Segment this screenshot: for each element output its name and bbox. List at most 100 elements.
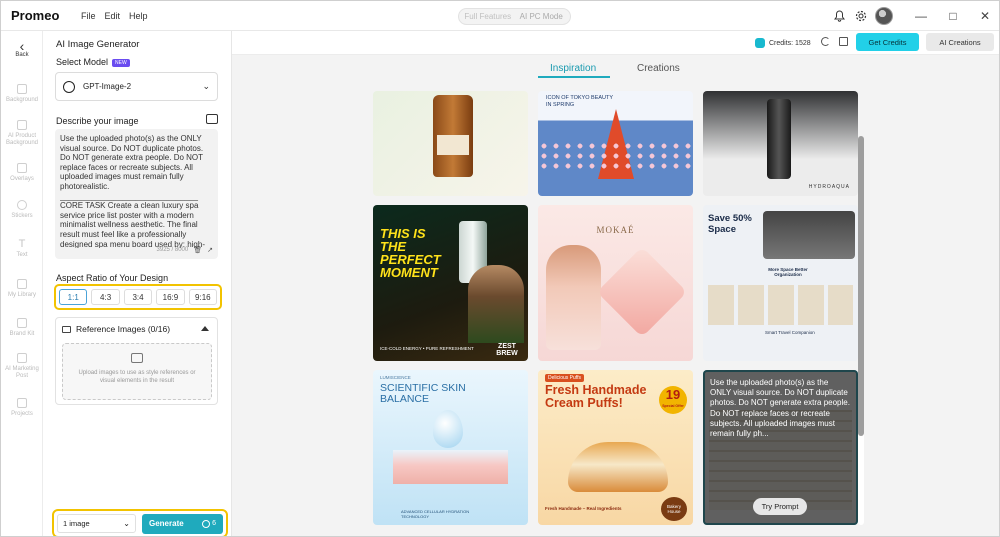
zest-tag: ICE-COLD ENERGY • PURE REFRESHMENT (380, 346, 474, 351)
top-toolbar: Credits: 1528 Get Credits AI Creations (232, 31, 999, 55)
image-count-select[interactable]: 1 image ⌄ (57, 514, 136, 533)
ai-creations-button[interactable]: AI Creations (926, 33, 994, 51)
mode-switch[interactable]: Full Features AI PC Mode (458, 8, 571, 25)
organizer-title: Save 50% Space (708, 213, 752, 235)
gallery-card-mokae[interactable]: MOKAÉ (538, 205, 693, 361)
puffs-badge: 19 Special Offer (659, 386, 687, 414)
gallery-tabs: Inspiration Creations (232, 55, 999, 81)
ai-product-background-icon (17, 120, 27, 130)
credit-coin-icon (202, 519, 211, 528)
generate-bar: 1 image ⌄ Generate 6 (52, 509, 228, 536)
char-count: 3925 / 8000 (156, 247, 189, 254)
rail-item-ai-marketing-post[interactable]: AI Marketing Post (1, 353, 43, 380)
main-area: Credits: 1528 Get Credits AI Creations I… (232, 31, 999, 536)
rail-item-stickers[interactable]: Stickers (1, 200, 43, 220)
rail-item-text[interactable]: T Text (1, 239, 43, 259)
model-select[interactable]: GPT-Image-2 ⌄ (55, 72, 218, 101)
reference-images-section: Reference Images (0/16) Upload images to… (55, 317, 218, 405)
aspect-ratio-group: 1:1 4:3 3:4 16:9 9:16 (54, 284, 222, 310)
prompt-text: Use the uploaded photo(s) as the ONLY vi… (60, 134, 205, 248)
ratio-16-9[interactable]: 16:9 (156, 289, 185, 305)
expand-icon[interactable]: ↗ (207, 246, 213, 256)
puffs-title: Fresh Handmade Cream Puffs! (545, 383, 647, 410)
rail-item-brand-kit[interactable]: Brand Kit (1, 318, 43, 338)
rail-item-projects[interactable]: Projects (1, 398, 43, 418)
try-prompt-button[interactable]: Try Prompt (753, 498, 807, 515)
image-upload-icon[interactable] (206, 114, 218, 124)
close-icon[interactable]: ✕ (969, 1, 999, 31)
puffs-kicker: Delicious Puffs (545, 374, 584, 382)
gift-icon[interactable] (839, 37, 848, 46)
ratio-4-3[interactable]: 4:3 (91, 289, 120, 305)
credits-icon (755, 38, 765, 48)
gallery-card-cream-puffs[interactable]: Delicious Puffs Fresh Handmade Cream Puf… (538, 370, 693, 525)
skin-layers-image (393, 450, 508, 484)
back-arrow-icon: ‹ (19, 38, 25, 54)
menu-bar: File Edit Help (81, 11, 148, 21)
bell-icon[interactable] (834, 10, 845, 22)
reference-header[interactable]: Reference Images (0/16) (62, 324, 170, 334)
menu-file[interactable]: File (81, 11, 96, 21)
rail-label: Overlays (10, 176, 34, 182)
rail-item-background[interactable]: Background (1, 84, 43, 104)
mode-full-features[interactable]: Full Features (461, 12, 515, 21)
rail-item-overlays[interactable]: Overlays (1, 163, 43, 183)
menu-help[interactable]: Help (129, 11, 148, 21)
menu-edit[interactable]: Edit (105, 11, 121, 21)
mode-ai-pc[interactable]: AI PC Mode (515, 12, 569, 21)
maximize-icon[interactable]: □ (937, 1, 969, 31)
rail-item-my-library[interactable]: My Library (1, 279, 43, 299)
tab-creations[interactable]: Creations (637, 63, 680, 74)
ratio-3-4[interactable]: 3:4 (123, 289, 153, 305)
describe-label: Describe your image (56, 116, 139, 126)
tab-inspiration[interactable]: Inspiration (550, 63, 596, 74)
droplet-image (433, 410, 463, 448)
openai-icon (63, 80, 75, 93)
zest-title: THIS IS THE PERFECT MOMENT (380, 226, 441, 280)
puffs-brand: Bakery House (661, 497, 687, 521)
back-label: Back (15, 52, 29, 58)
title-bar: Promeo File Edit Help Full Features AI P… (1, 1, 999, 31)
puffs-badge-value: 19 (665, 387, 681, 402)
refresh-icon[interactable] (821, 37, 830, 46)
perfume-bottle-image (596, 246, 688, 338)
aspect-ratio-label: Aspect Ratio of Your Design (56, 273, 169, 283)
select-model-label: Select Model (56, 57, 109, 67)
generate-button[interactable]: Generate 6 (142, 513, 223, 534)
anime-girl-illustration (546, 245, 601, 350)
pouches-image (708, 285, 853, 325)
rail-label: Projects (11, 411, 33, 417)
rail-label: AI Product Background (5, 133, 39, 146)
reference-upload-area[interactable]: Upload images to use as style references… (62, 343, 212, 400)
gallery-scrollbar[interactable] (858, 136, 864, 525)
prompt-footer: 3925 / 8000 🗑 ↗ (157, 246, 213, 256)
scrollbar-thumb[interactable] (858, 136, 864, 436)
rail-item-ai-product-background[interactable]: AI Product Background (1, 120, 43, 147)
back-button[interactable]: ‹ Back (1, 38, 43, 59)
background-icon (17, 84, 27, 94)
gallery-card-zest-brew[interactable]: THIS IS THE PERFECT MOMENT ICE-COLD ENER… (373, 205, 528, 361)
prompt-textarea[interactable]: Use the uploaded photo(s) as the ONLY vi… (55, 129, 218, 259)
gear-icon[interactable] (855, 10, 867, 22)
gallery-card-spa-price-list[interactable]: Use the uploaded photo(s) as the ONLY vi… (703, 370, 858, 525)
title-bar-controls: — □ ✕ (834, 1, 999, 31)
zest-brand: ZEST BREW (496, 343, 518, 357)
get-credits-button[interactable]: Get Credits (856, 33, 919, 51)
avatar[interactable] (875, 7, 893, 25)
ratio-1-1[interactable]: 1:1 (59, 289, 88, 305)
gallery-card-hydroaqua[interactable]: HYDROAQUA (703, 91, 858, 196)
gallery-card-tokyo[interactable]: ICON OF TOKYO BEAUTY IN SPRING (538, 91, 693, 196)
minimize-icon[interactable]: — (905, 1, 937, 31)
gallery-card-organizer[interactable]: Save 50% Space More Space Better Organiz… (703, 205, 858, 361)
library-icon (17, 279, 27, 289)
collapse-caret-icon[interactable] (201, 326, 209, 331)
rail-label: AI Marketing Post (5, 366, 39, 379)
ratio-9-16[interactable]: 9:16 (188, 289, 218, 305)
chevron-down-icon: ⌄ (202, 81, 210, 91)
gallery-card-serum[interactable] (373, 91, 528, 196)
model-name: GPT-Image-2 (83, 82, 132, 91)
bottle-image (767, 99, 791, 179)
new-badge: NEW (112, 58, 130, 67)
gallery-card-skin-balance[interactable]: LUMISCIENCE SCIENTIFIC SKIN BALANCE ADVA… (373, 370, 528, 525)
trash-icon[interactable]: 🗑 (193, 246, 202, 256)
